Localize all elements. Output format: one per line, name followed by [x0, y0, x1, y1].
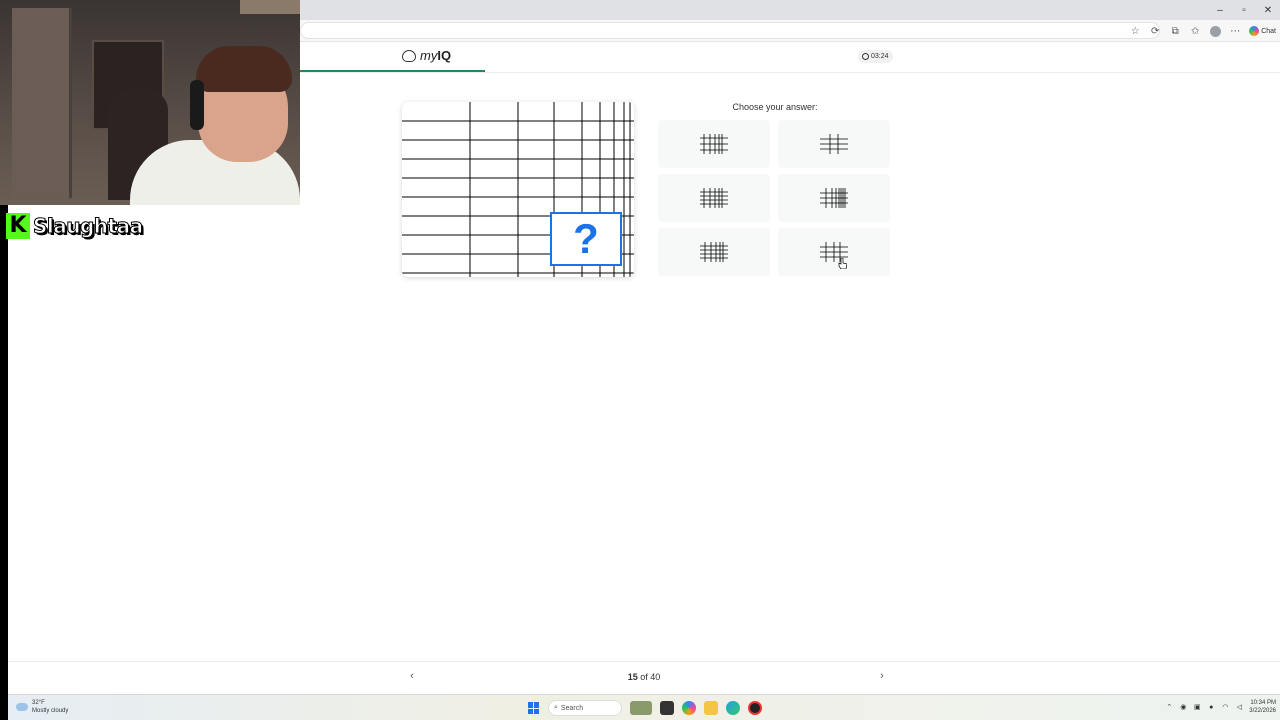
chevron-up-icon[interactable]: ⌃	[1165, 703, 1173, 711]
next-question-button[interactable]: ›	[876, 670, 888, 684]
answer-options	[658, 120, 894, 276]
favorite-star-icon[interactable]: ☆	[1129, 25, 1141, 37]
profile-icon[interactable]	[1209, 25, 1221, 37]
question-mark: ?	[573, 215, 599, 262]
weather-temperature: 32°F	[32, 700, 45, 706]
timer-badge: 03:24	[858, 50, 893, 63]
webcam-ceiling-fan	[240, 0, 300, 14]
streamer-name: Slaughtaa	[33, 214, 144, 239]
system-tray: ⌃ ◉ ▣ ● ◠ ◁ 10:34 PM 3/22/2026	[1165, 699, 1280, 715]
stopwatch-icon	[862, 53, 869, 60]
grid-pattern-icon	[700, 134, 728, 154]
task-view-icon[interactable]	[660, 701, 674, 715]
grid-pattern-icon	[700, 188, 728, 208]
kick-logo-icon: K	[6, 213, 30, 239]
logo-iq: IQ	[437, 48, 452, 63]
chat-label: Chat	[1261, 27, 1276, 35]
mouse-cursor-icon	[838, 258, 847, 269]
widget-thumbnail-icon[interactable]	[630, 701, 652, 715]
answer-option-6[interactable]	[778, 228, 890, 276]
volume-icon[interactable]: ◁	[1235, 703, 1243, 711]
question-footer: ‹ 15 of 40 ›	[8, 661, 1280, 694]
favorites-icon[interactable]: ✩	[1189, 25, 1201, 37]
webcam-overlay	[0, 0, 300, 205]
logo-my: my	[420, 48, 438, 63]
current-question: 15	[627, 672, 638, 682]
total-questions: 40	[650, 672, 661, 682]
windows-taskbar: 32°F Mostly cloudy ⌕ Search ⌃ ◉ ▣ ● ◠ ◁	[8, 694, 1280, 720]
app-icon[interactable]	[748, 701, 762, 715]
system-clock[interactable]: 10:34 PM 3/22/2026	[1249, 699, 1276, 715]
extensions-icon[interactable]: ⧉	[1169, 25, 1181, 37]
taskbar-apps: ⌕ Search	[528, 699, 762, 717]
search-placeholder: Search	[560, 704, 584, 712]
copilot-icon	[1249, 26, 1260, 36]
streamer-name-tag: K Slaughtaa	[6, 212, 144, 240]
myiq-logo[interactable]: myIQ	[402, 48, 451, 63]
browser-toolbar-icons: ☆ ⟳ ⧉ ✩ ⋯ Chat	[1129, 22, 1280, 40]
weather-widget[interactable]: 32°F Mostly cloudy	[16, 699, 68, 715]
edge-browser-icon[interactable]	[726, 701, 740, 715]
close-window-button[interactable]: ✕	[1256, 0, 1280, 20]
window-controls: – ▫ ✕	[1208, 0, 1280, 20]
copilot-app-icon[interactable]	[682, 701, 696, 715]
missing-piece-box: ?	[550, 212, 622, 266]
cloud-icon	[16, 703, 28, 711]
counter-separator: of	[640, 672, 648, 682]
tray-app-icon[interactable]: ◉	[1179, 703, 1187, 711]
wifi-icon[interactable]: ◠	[1221, 703, 1229, 711]
answer-option-3[interactable]	[658, 174, 770, 222]
answer-option-5[interactable]	[658, 228, 770, 276]
file-explorer-icon[interactable]	[704, 701, 718, 715]
clock-date: 3/22/2026	[1249, 708, 1276, 714]
weather-condition: Mostly cloudy	[32, 708, 69, 714]
windows-start-icon[interactable]	[528, 702, 540, 714]
webcam-headphones	[190, 80, 204, 130]
grid-pattern-icon	[700, 242, 728, 262]
grid-pattern-icon	[820, 188, 848, 208]
answer-prompt: Choose your answer:	[732, 102, 818, 112]
search-icon: ⌕	[554, 704, 558, 711]
minimize-button[interactable]: –	[1208, 0, 1232, 20]
answer-option-4[interactable]	[778, 174, 890, 222]
clock-time: 10:34 PM	[1250, 700, 1276, 706]
timer-value: 03:24	[871, 53, 889, 60]
taskbar-search[interactable]: ⌕ Search	[548, 700, 622, 716]
webcam-person-hair	[196, 46, 292, 92]
webcam-background-door	[12, 8, 72, 198]
refresh-icon[interactable]: ⟳	[1149, 25, 1161, 37]
answer-option-2[interactable]	[778, 120, 890, 168]
grid-pattern-icon	[820, 134, 848, 154]
tray-app-icon[interactable]: ▣	[1193, 703, 1201, 711]
copilot-chat-button[interactable]: Chat	[1249, 26, 1276, 36]
question-counter: 15 of 40	[8, 672, 1280, 682]
answer-option-1[interactable]	[658, 120, 770, 168]
address-field[interactable]	[300, 22, 1160, 39]
restore-button[interactable]: ▫	[1232, 0, 1256, 20]
puzzle-image: ?	[402, 102, 634, 277]
brain-icon	[402, 49, 416, 62]
microphone-icon[interactable]: ●	[1207, 703, 1215, 711]
more-menu-icon[interactable]: ⋯	[1229, 25, 1241, 37]
